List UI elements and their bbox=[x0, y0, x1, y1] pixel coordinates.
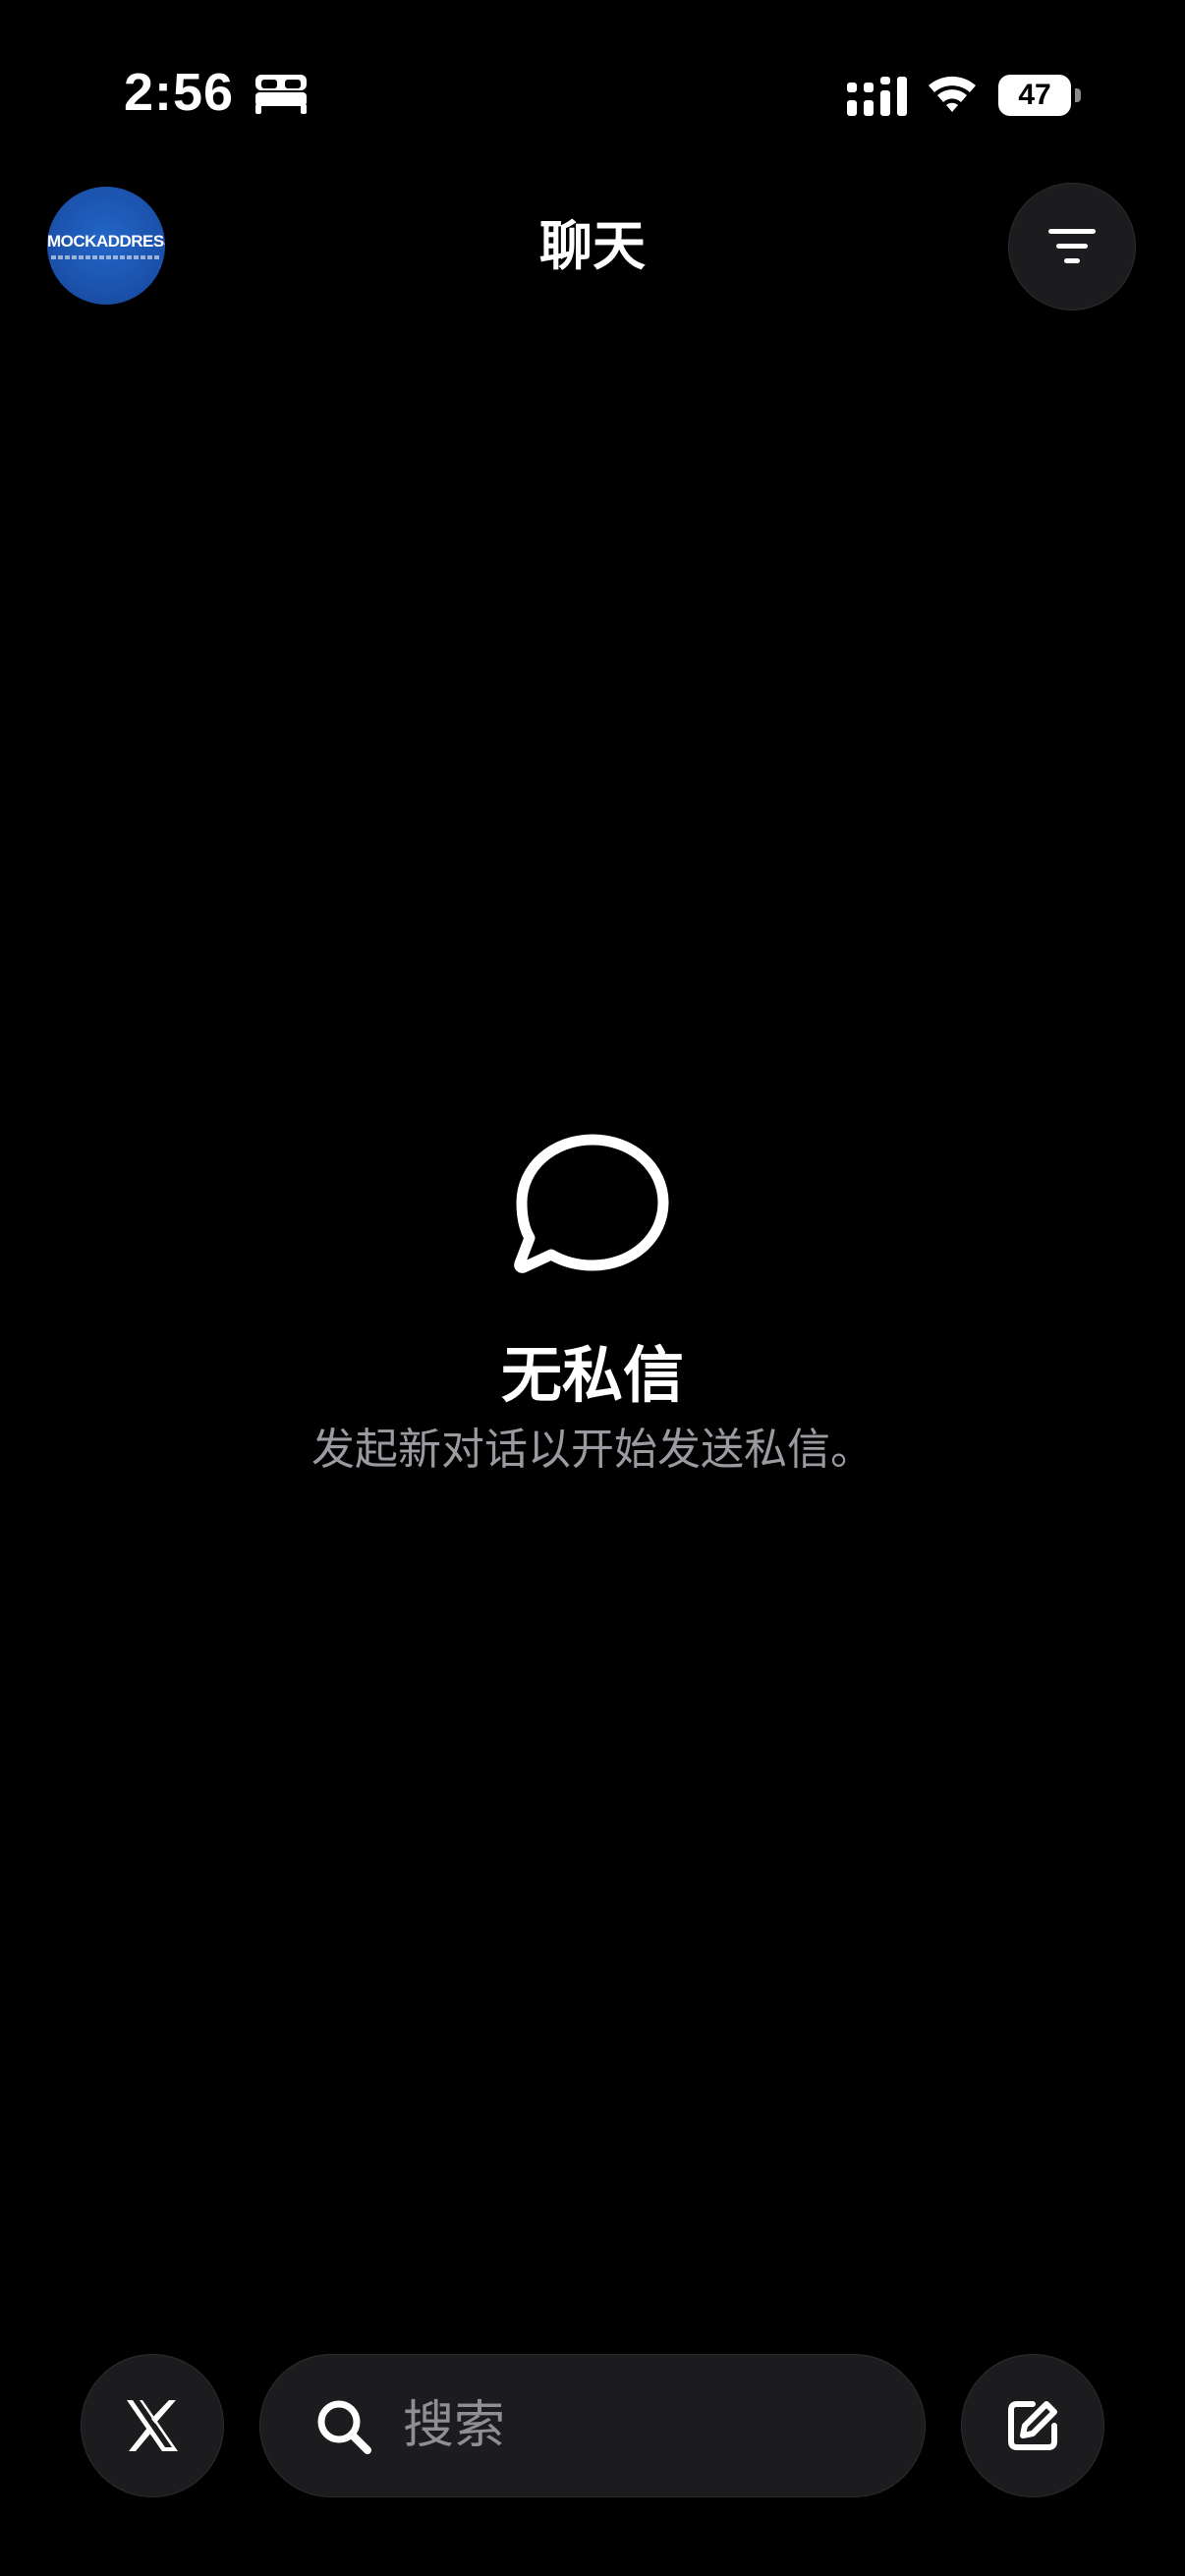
battery-icon: 47 bbox=[998, 75, 1081, 116]
status-bar: 2:56 47 bbox=[0, 0, 1185, 187]
battery-cap bbox=[1075, 88, 1081, 102]
status-time: 2:56 bbox=[124, 63, 235, 122]
filter-button[interactable] bbox=[1008, 183, 1136, 310]
search-input[interactable]: 搜索 bbox=[259, 2354, 926, 2497]
search-icon bbox=[317, 2400, 371, 2454]
empty-state-subtitle: 发起新对话以开始发送私信。 bbox=[311, 1425, 874, 1475]
filter-icon bbox=[1048, 229, 1096, 263]
home-button[interactable] bbox=[81, 2354, 224, 2497]
search-placeholder: 搜索 bbox=[403, 2396, 506, 2455]
empty-state-title: 无私信 bbox=[500, 1339, 684, 1411]
battery-level: 47 bbox=[998, 75, 1071, 116]
x-logo-icon bbox=[127, 2400, 178, 2451]
chat-bubble-icon bbox=[514, 1134, 669, 1273]
chat-screen: 2:56 47 MOCKADDRESS 聊天 无私信 发起新对话以开始发送私信。… bbox=[0, 0, 1185, 2576]
compose-icon bbox=[1008, 2401, 1057, 2450]
bed-icon bbox=[255, 75, 307, 114]
wifi-icon bbox=[929, 76, 976, 112]
header: MOCKADDRESS 聊天 bbox=[0, 177, 1185, 314]
compose-button[interactable] bbox=[961, 2354, 1104, 2497]
cellular-signal-icon bbox=[847, 77, 907, 116]
